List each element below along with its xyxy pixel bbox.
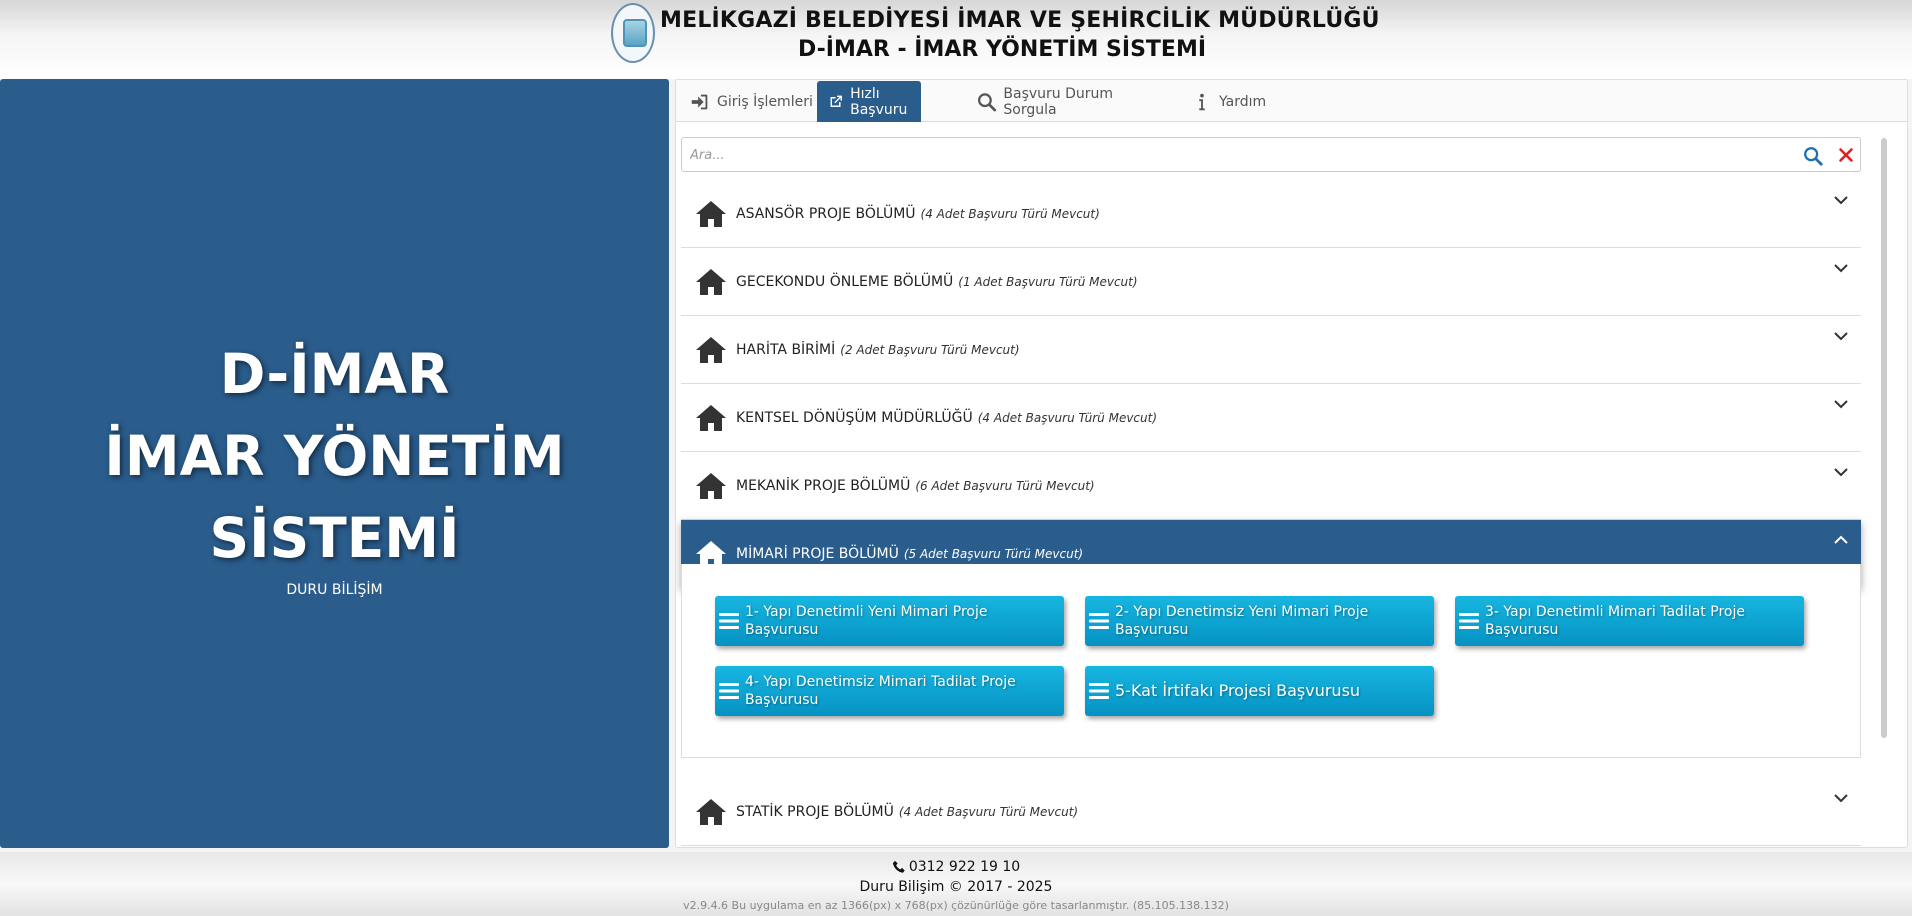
accordion-count: (4 Adet Başvuru Türü Mevcut) — [920, 206, 1100, 221]
brand-subtitle: DURU BİLİŞİM — [286, 582, 383, 598]
accordion-kentsel[interactable]: KENTSEL DÖNÜŞÜM MÜDÜRLÜĞÜ (4 Adet Başvur… — [681, 384, 1861, 452]
tab-label: Hızlı Başvuru — [850, 85, 908, 118]
home-icon — [696, 268, 726, 295]
brand-panel: D-İMAR İMAR YÖNETİM SİSTEMİ DURU BİLİŞİM — [0, 79, 669, 848]
menu-icon — [719, 683, 739, 699]
home-icon — [696, 200, 726, 227]
accordion-harita[interactable]: HARİTA BİRİMİ (2 Adet Başvuru Türü Mevcu… — [681, 316, 1861, 384]
home-icon — [696, 404, 726, 431]
search-input[interactable] — [690, 143, 1690, 167]
page-footer: 0312 922 19 10 Duru Bilişim © 2017 - 202… — [0, 852, 1912, 916]
accordion-count: (4 Adet Başvuru Türü Mevcut) — [977, 410, 1158, 425]
menu-icon — [1089, 683, 1109, 699]
municipality-logo — [611, 3, 655, 63]
application-label: 5-Kat İrtifakı Projesi Başvurusu — [1115, 681, 1361, 700]
phone-number: 0312 922 19 10 — [908, 859, 1021, 875]
accordion-count: (1 Adet Başvuru Türü Mevcut) — [958, 274, 1138, 289]
brand-title: D-İMAR İMAR YÖNETİM SİSTEMİ — [104, 342, 565, 570]
tab-label: Başvuru Durum Sorgula — [1003, 85, 1114, 118]
application-label: 1- Yapı Denetimli Yeni Mimari Proje Başv… — [745, 604, 988, 638]
header-subtitle: D-İMAR - İMAR YÖNETİM SİSTEMİ — [798, 37, 1207, 62]
tab-label: Yardım — [1219, 93, 1267, 110]
application-button-3[interactable]: 3- Yapı Denetimli Mimari Tadilat Proje B… — [1455, 596, 1804, 646]
application-button-4[interactable]: 4- Yapı Denetimsiz Mimari Tadilat Proje … — [715, 666, 1064, 716]
chevron-down-icon — [1834, 468, 1848, 477]
accordion-count: (6 Adet Başvuru Türü Mevcut) — [915, 478, 1095, 493]
footer-phone: 0312 922 19 10 — [0, 859, 1912, 875]
application-button-1[interactable]: 1- Yapı Denetimli Yeni Mimari Proje Başv… — [715, 596, 1064, 646]
home-icon — [696, 336, 726, 363]
phone-icon — [892, 860, 905, 873]
tab-help[interactable]: Yardım — [1181, 81, 1281, 122]
home-icon — [696, 472, 726, 499]
info-icon — [1199, 93, 1205, 110]
scrollbar[interactable] — [1881, 138, 1887, 738]
page-header: MELİKGAZİ BELEDİYESİ İMAR VE ŞEHİRCİLİK … — [0, 0, 1912, 79]
search-icon — [978, 92, 997, 111]
search-icon[interactable] — [1802, 145, 1824, 167]
tab-status-query[interactable]: Başvuru Durum Sorgula — [966, 81, 1166, 122]
accordion-title: MEKANİK PROJE BÖLÜMÜ — [736, 477, 911, 494]
tab-bar: Giriş İşlemleri Hızlı Başvuru Başvuru Du… — [676, 80, 1907, 122]
accordion-title: STATİK PROJE BÖLÜMÜ — [736, 803, 894, 820]
footer-version: v2.9.4.6 Bu uygulama en az 1366(px) x 76… — [683, 899, 1229, 912]
application-label: 3- Yapı Denetimli Mimari Tadilat Proje B… — [1485, 604, 1745, 638]
application-button-5[interactable]: 5-Kat İrtifakı Projesi Başvurusu — [1085, 666, 1434, 716]
chevron-down-icon — [1834, 196, 1848, 205]
accordion-panel-mimari: 1- Yapı Denetimli Yeni Mimari Proje Başv… — [681, 564, 1861, 758]
footer-copyright: Duru Bilişim © 2017 - 2025 — [859, 879, 1053, 895]
menu-icon — [1459, 613, 1479, 629]
sign-in-icon — [691, 94, 708, 109]
application-label: 2- Yapı Denetimsiz Yeni Mimari Proje Baş… — [1115, 604, 1369, 638]
accordion-asansor[interactable]: ASANSÖR PROJE BÖLÜMÜ (4 Adet Başvuru Tür… — [681, 180, 1861, 248]
accordion-title: KENTSEL DÖNÜŞÜM MÜDÜRLÜĞÜ — [736, 409, 973, 426]
accordion-title: ASANSÖR PROJE BÖLÜMÜ — [736, 205, 916, 222]
chevron-down-icon — [1834, 264, 1848, 273]
application-label: 4- Yapı Denetimsiz Mimari Tadilat Proje … — [745, 674, 1016, 708]
chevron-down-icon — [1834, 400, 1848, 409]
external-link-icon — [830, 95, 842, 107]
tab-quick-apply[interactable]: Hızlı Başvuru — [817, 81, 921, 122]
accordion-count: (4 Adet Başvuru Türü Mevcut) — [898, 804, 1079, 819]
application-button-2[interactable]: 2- Yapı Denetimsiz Yeni Mimari Proje Baş… — [1085, 596, 1434, 646]
content-panel: Giriş İşlemleri Hızlı Başvuru Başvuru Du… — [675, 79, 1908, 848]
chevron-up-icon — [1834, 535, 1848, 544]
home-icon — [696, 798, 726, 825]
accordion-mekanik[interactable]: MEKANİK PROJE BÖLÜMÜ (6 Adet Başvuru Tür… — [681, 452, 1861, 520]
accordion-title: MİMARİ PROJE BÖLÜMÜ — [736, 545, 899, 562]
tab-label: Giriş İşlemleri — [717, 93, 813, 110]
accordion-statik[interactable]: STATİK PROJE BÖLÜMÜ (4 Adet Başvuru Türü… — [681, 778, 1861, 846]
close-icon[interactable] — [1835, 144, 1857, 166]
chevron-down-icon — [1834, 332, 1848, 341]
header-title: MELİKGAZİ BELEDİYESİ İMAR VE ŞEHİRCİLİK … — [660, 8, 1380, 33]
accordion-gecekondu[interactable]: GECEKONDU ÖNLEME BÖLÜMÜ (1 Adet Başvuru … — [681, 248, 1861, 316]
menu-icon — [1089, 613, 1109, 629]
search-box — [681, 137, 1861, 172]
accordion-count: (5 Adet Başvuru Türü Mevcut) — [903, 546, 1084, 561]
accordion-title: GECEKONDU ÖNLEME BÖLÜMÜ — [736, 273, 954, 290]
chevron-down-icon — [1834, 794, 1848, 803]
tab-login[interactable]: Giriş İşlemleri — [679, 81, 817, 122]
accordion-count: (2 Adet Başvuru Türü Mevcut) — [840, 342, 1020, 357]
menu-icon — [719, 613, 739, 629]
accordion-title: HARİTA BİRİMİ — [736, 341, 836, 358]
